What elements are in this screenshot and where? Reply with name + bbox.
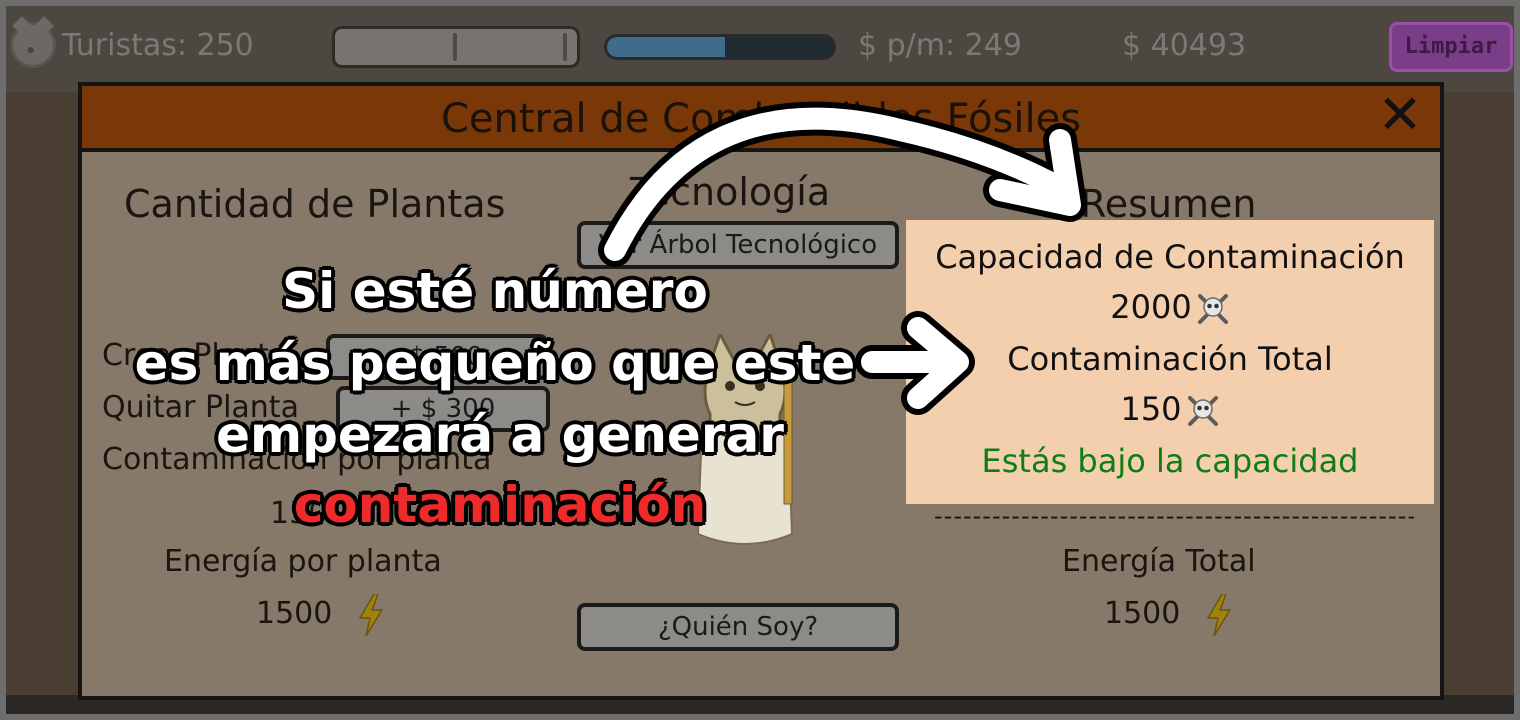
capacity-value: 2000	[1110, 288, 1192, 326]
capacity-value-row: 2000	[906, 288, 1434, 326]
energy-total-label: Energía Total	[1062, 544, 1256, 579]
energy-total-value: 1500	[1104, 596, 1181, 631]
progress-bar	[604, 34, 836, 60]
energy-per-plant-value: 1500	[256, 596, 333, 631]
money-per-minute: $ p/m: 249	[858, 28, 1022, 63]
tourists-counter: Turistas: 250	[62, 28, 254, 63]
total-contamination-label: Contaminación Total	[1007, 340, 1333, 378]
top-hud: • • Turistas: 250 $ p/m: 249 $ 40493 Lim…	[0, 0, 1520, 92]
lightning-bolt-icon	[358, 594, 384, 636]
scroll-banner	[332, 26, 580, 68]
skull-crossbones-icon	[1187, 396, 1218, 426]
energy-per-plant-label: Energía por planta	[164, 544, 442, 579]
total-contamination-value: 150	[1120, 390, 1182, 428]
skull-crossbones-icon	[1197, 294, 1228, 324]
clean-button[interactable]: Limpiar	[1389, 22, 1513, 72]
tutorial-text-line-3: empezará a generar	[216, 406, 784, 464]
lightning-bolt-icon	[1206, 594, 1232, 636]
technology-title: Tecnología	[630, 170, 831, 214]
close-icon[interactable]: ✕	[1372, 88, 1428, 144]
modal-title: Central de Combustibles Fósiles	[440, 96, 1082, 142]
summary-separator: ----------------------------------------…	[934, 502, 1414, 530]
money-counter: $ 40493	[1122, 28, 1247, 63]
total-contamination-row: 150	[906, 390, 1434, 428]
capacity-status: Estás bajo la capacidad	[981, 442, 1359, 480]
tutorial-text-line-2: es más pequeño que este	[134, 334, 856, 392]
tutorial-text-line-4: contaminación	[293, 476, 707, 534]
background-scene-left	[0, 80, 80, 720]
plants-title: Cantidad de Plantas	[124, 182, 506, 226]
progress-fill	[607, 37, 725, 57]
summary-box: Capacidad de Contaminación 2000 Contamin…	[906, 220, 1434, 504]
pig-face-icon: • •	[10, 16, 56, 83]
background-scene-right	[1440, 80, 1520, 720]
tutorial-text-line-1: Si esté número	[282, 262, 708, 320]
modal-header: Central de Combustibles Fósiles ✕	[82, 86, 1440, 152]
capacity-label: Capacidad de Contaminación	[935, 238, 1405, 276]
who-am-i-button[interactable]: ¿Quién Soy?	[577, 603, 899, 651]
